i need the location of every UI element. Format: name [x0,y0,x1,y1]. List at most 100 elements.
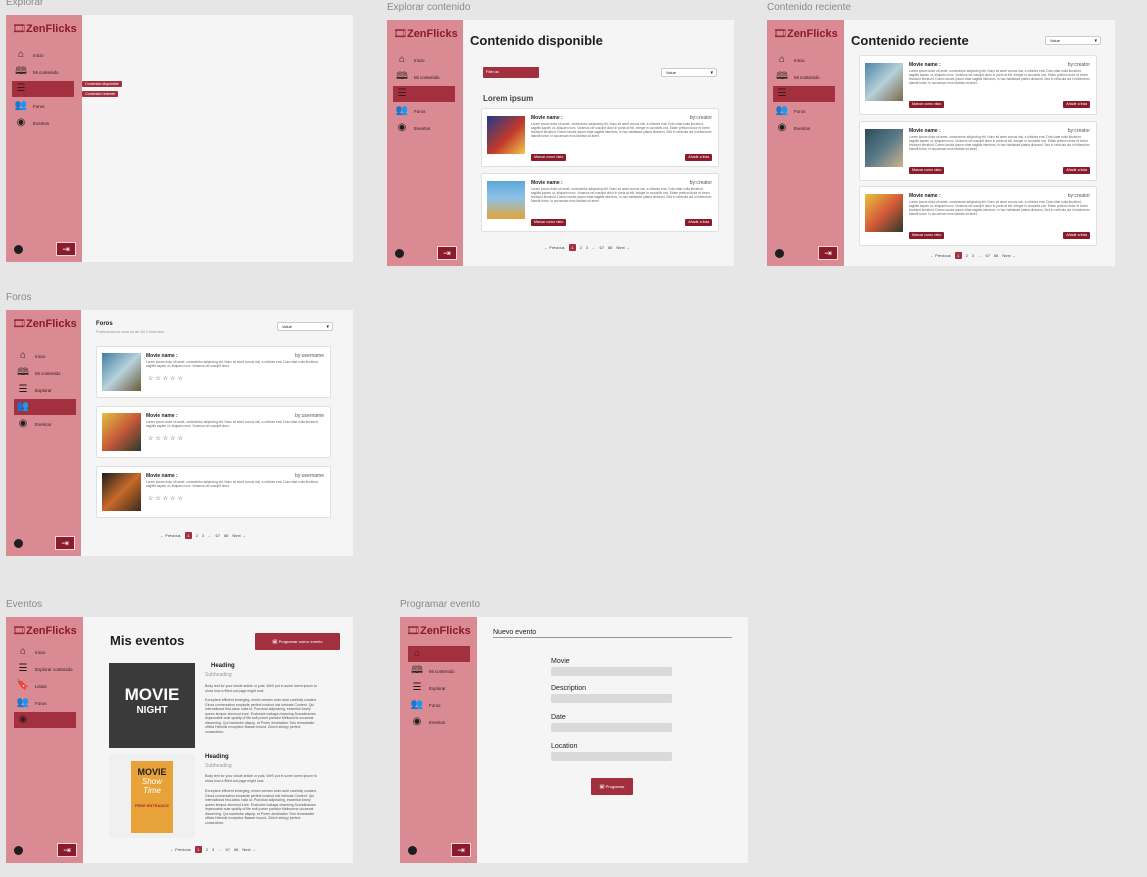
user-icon[interactable] [14,244,23,254]
nav-mi-contenido[interactable]: 🕮 Mi contenido [408,663,470,679]
nav-explorar[interactable]: ☰ Explorar [773,86,835,102]
add-to-list-button[interactable]: Añadir a lista [1063,232,1090,239]
add-to-list-button[interactable]: Añadir a lista [1063,167,1090,174]
nav-inicio[interactable]: ⌂ Inicio [773,52,835,68]
nav-eventos[interactable]: ◉ Eventos [773,120,835,136]
value-select[interactable]: Value [1045,36,1101,45]
user-icon[interactable] [14,538,23,548]
page-68[interactable]: 68 [608,245,612,250]
mark-watched-button[interactable]: Marcar como visto [909,167,945,174]
page-68[interactable]: 68 [234,847,238,852]
value-select[interactable]: Value [277,322,333,331]
logout-button[interactable]: ⇥ [56,242,76,256]
page-3[interactable]: 3 [202,533,204,538]
nav-mi-contenido[interactable]: 🕮 Mi contenido [393,69,455,85]
user-icon[interactable] [408,845,417,855]
value-select[interactable]: Value [661,68,717,77]
menu-contenido-reciente[interactable]: Contenido reciente [82,91,119,97]
nav-inicio[interactable]: ⌂ Inicio [408,646,470,662]
nav-foros[interactable]: 👥 Foros [12,98,74,114]
page-1[interactable]: 1 [194,846,202,853]
nav-explorar[interactable]: ☰ Explorar [14,382,76,398]
add-to-list-button[interactable]: Añadir a lista [1063,101,1090,108]
pagination-prev[interactable]: ← Previous [170,847,191,852]
page-67[interactable]: 67 [986,253,990,258]
pagination-next[interactable]: Next → [232,533,245,538]
logout-button[interactable]: ⇥ [437,246,457,260]
star-rating[interactable]: ☆☆☆☆☆ [148,495,185,502]
page-3[interactable]: 3 [972,253,974,258]
nav-foros[interactable]: 👥 Foros [773,103,835,119]
nav-inicio[interactable]: ⌂ Inicio [393,52,455,68]
nav-foros[interactable]: 👥 Foros [14,399,76,415]
nav-explorar[interactable]: ☰ Explorar [12,81,74,97]
page-68[interactable]: 68 [994,253,998,258]
pagination-next[interactable]: Next → [242,847,255,852]
nav-listas[interactable]: 🔖 Listas [14,678,76,694]
programar-button[interactable]: 🗓 Programar [591,778,633,795]
nav-inicio[interactable]: ⌂ Inicio [12,47,74,63]
nav-mi-contenido[interactable]: 🕮 Mi contenido [14,365,76,381]
add-to-list-button[interactable]: Añadir a lista [685,219,712,226]
movie-field[interactable] [551,667,672,676]
nav-foros[interactable]: 👥 Foros [408,697,470,713]
filter-dropdown[interactable]: Filter as [483,67,539,78]
post-user: by:username [295,413,324,419]
page-2[interactable]: 2 [580,245,582,250]
nav-inicio[interactable]: ⌂ Inicio [14,644,76,660]
mark-watched-button[interactable]: Marcar como visto [909,232,945,239]
pagination-prev[interactable]: ← Previous [930,253,951,258]
nav-eventos[interactable]: ◉ Eventos [393,120,455,136]
menu-contenido-disponible[interactable]: Contenido disponible [82,81,122,87]
mark-watched-button[interactable]: Marcar como visto [909,101,945,108]
user-icon[interactable] [395,248,404,258]
page-2[interactable]: 2 [196,533,198,538]
page-3[interactable]: 3 [586,245,588,250]
page-67[interactable]: 67 [600,245,604,250]
mark-watched-button[interactable]: Marcar como visto [531,154,567,161]
event-body: Excepteur efficient emerging, minim veni… [205,789,317,825]
nav-inicio[interactable]: ⌂ Inicio [14,348,76,364]
pagination-next[interactable]: Next → [1002,253,1015,258]
logout-button[interactable]: ⇥ [55,536,75,550]
description-field[interactable] [551,694,672,703]
nav-explorar[interactable]: ☰ Explorar [408,680,470,696]
page-67[interactable]: 67 [216,533,220,538]
page-2[interactable]: 2 [206,847,208,852]
logout-button[interactable]: ⇥ [818,246,838,260]
page-1[interactable]: 1 [568,244,576,251]
user-icon[interactable] [14,845,23,855]
user-icon[interactable] [775,248,784,258]
nav-foros[interactable]: 👥 Foros [14,695,76,711]
nav-eventos[interactable]: ◉ Eventos [14,712,76,728]
nav-eventos[interactable]: ◉ Eventos [408,714,470,730]
pagination-next[interactable]: Next → [616,245,629,250]
mark-watched-button[interactable]: Marcar como visto [531,219,567,226]
nav-explorar[interactable]: ☰ Explorar [393,86,455,102]
home-icon: ⌂ [19,350,27,361]
nav-eventos[interactable]: ◉ Eventos [12,115,74,131]
add-to-list-button[interactable]: Añadir a lista [685,154,712,161]
nav-explorar-contenido[interactable]: ☰ Explorar contenido [14,661,76,677]
page-2[interactable]: 2 [966,253,968,258]
nav-mi-contenido[interactable]: 🕮 Mi contenido [12,64,74,80]
page-1[interactable]: 1 [954,252,962,259]
post-text: Lorem ipsum dolor sit amet, consectetur … [146,480,319,488]
star-rating[interactable]: ☆☆☆☆☆ [148,435,185,442]
pagination-prev[interactable]: ← Previous [544,245,565,250]
schedule-event-button[interactable]: 🗓 Programar nuevo evento [255,633,340,650]
page-68[interactable]: 68 [224,533,228,538]
nav-eventos[interactable]: ◉ Eventos [14,416,76,432]
page-1[interactable]: 1 [184,532,192,539]
pagination-prev[interactable]: ← Previous [160,533,181,538]
nav-foros[interactable]: 👥 Foros [393,103,455,119]
users-icon: 👥 [395,105,409,116]
page-3[interactable]: 3 [212,847,214,852]
nav-mi-contenido[interactable]: 🕮 Mi contenido [773,69,835,85]
location-field[interactable] [551,752,672,761]
date-field[interactable] [551,723,672,732]
page-67[interactable]: 67 [226,847,230,852]
star-rating[interactable]: ☆☆☆☆☆ [148,375,185,382]
logout-button[interactable]: ⇥ [57,843,77,857]
logout-button[interactable]: ⇥ [451,843,471,857]
